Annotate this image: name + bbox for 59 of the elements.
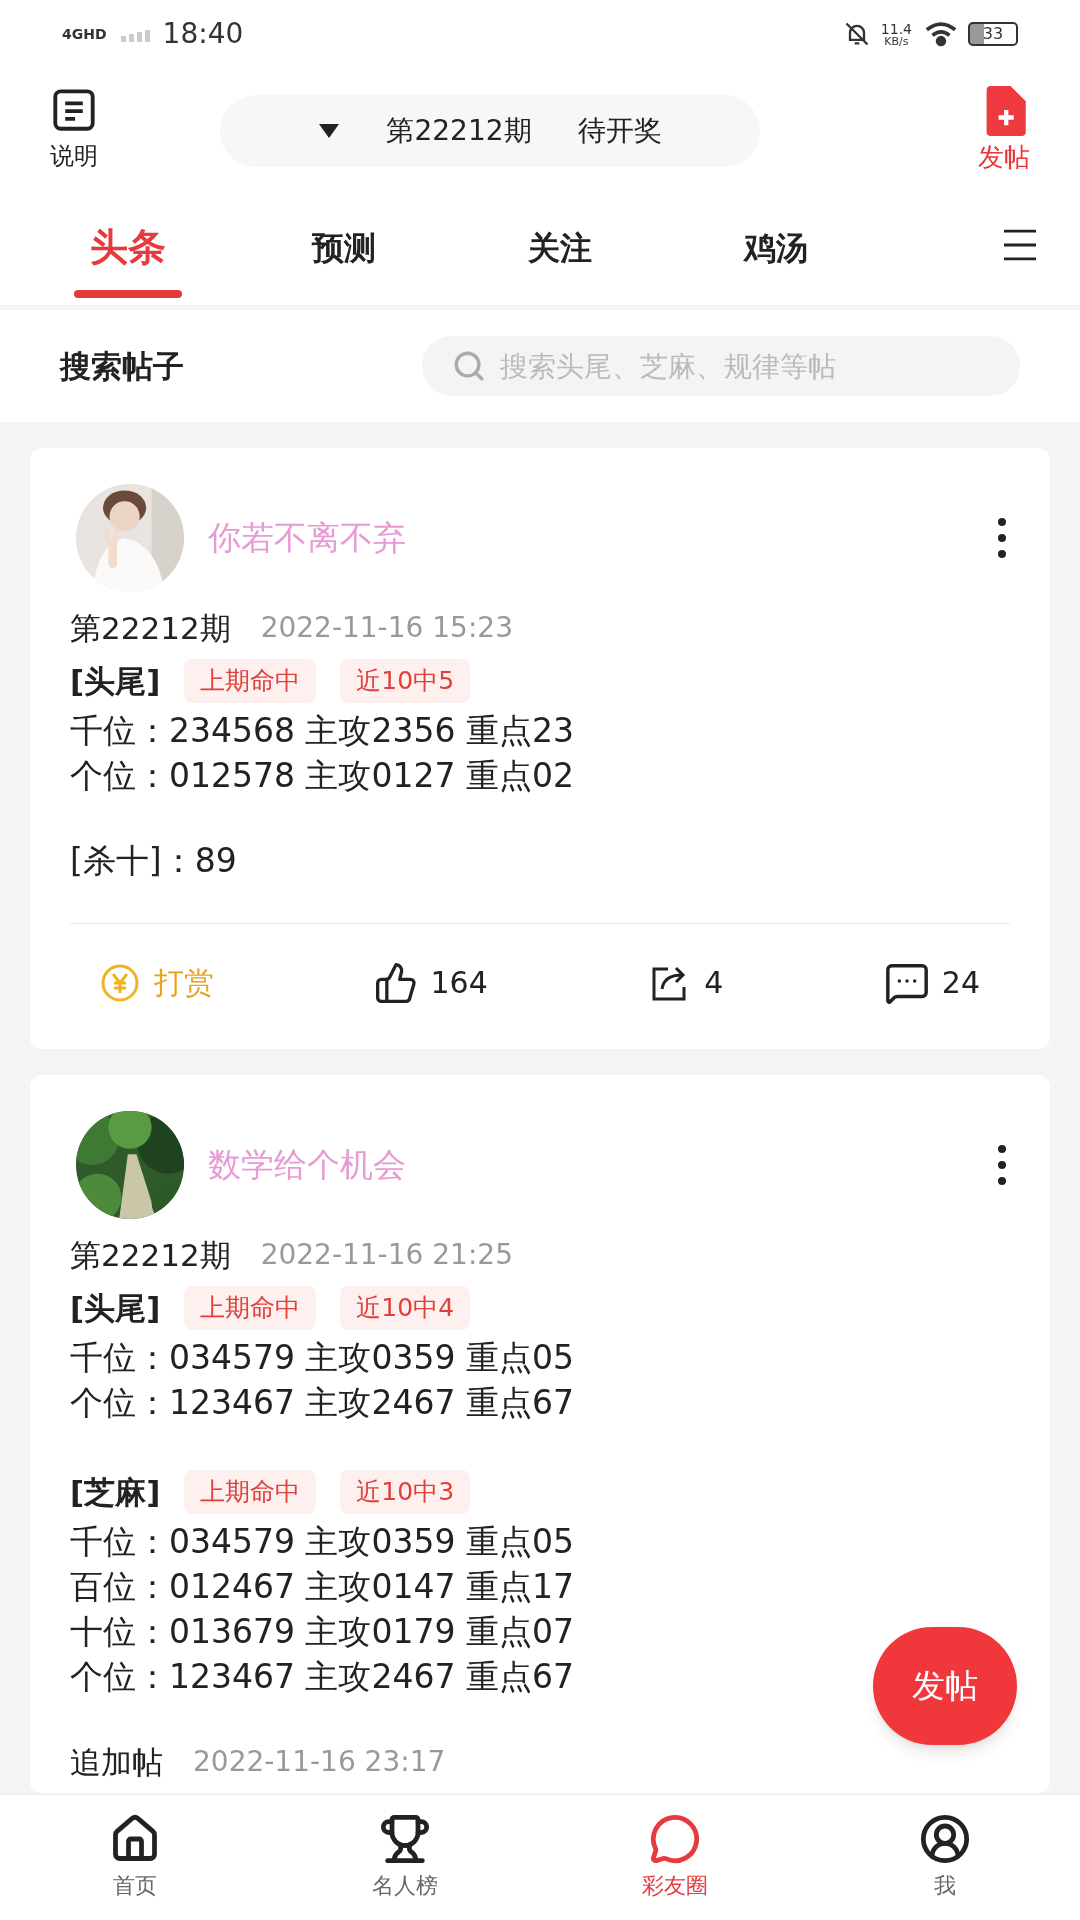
- post-time: 2022-11-16 15:23: [260, 610, 513, 646]
- draw-status: 待开奖: [577, 113, 662, 149]
- category-tab[interactable]: 预测: [236, 194, 452, 305]
- prediction-line: 个位：123467 主攻2467 重点67: [70, 1656, 574, 1698]
- nav-tab[interactable]: 名人榜: [270, 1813, 540, 1902]
- hit-tag: 上期命中: [184, 659, 317, 703]
- period-selector[interactable]: 第22212期 待开奖: [220, 95, 760, 167]
- hit-tag: 近10中4: [340, 1286, 471, 1330]
- speed-unit: KB/s: [884, 35, 909, 47]
- post-time: 2022-11-16 21:25: [260, 1237, 513, 1273]
- search-label: 搜索帖子: [60, 346, 184, 386]
- battery-indicator: 33: [968, 22, 1018, 46]
- period-label: 第22212期: [386, 113, 532, 149]
- section-title: [芝麻]: [70, 1472, 161, 1512]
- menu-icon[interactable]: [1004, 227, 1036, 262]
- status-time: 18:40: [162, 16, 244, 52]
- more-icon[interactable]: [998, 518, 1006, 558]
- hit-tag: 近10中5: [340, 659, 471, 703]
- prediction-line: 千位：034579 主攻0359 重点05: [70, 1521, 574, 1563]
- user-icon: [919, 1813, 971, 1865]
- coin-icon: [100, 962, 140, 1003]
- document-icon: [52, 88, 96, 132]
- hit-tag: 上期命中: [184, 1470, 317, 1514]
- category-tab[interactable]: 头条: [20, 194, 236, 305]
- dropdown-icon: [318, 124, 341, 138]
- network-label: 4GHD: [62, 27, 107, 41]
- more-icon[interactable]: [998, 1145, 1006, 1185]
- search-icon: [452, 349, 486, 383]
- prediction-line: 个位：123467 主攻2467 重点67: [70, 1382, 574, 1424]
- append-time: 2022-11-16 23:17: [193, 1744, 446, 1780]
- thumbs-up-icon: [374, 960, 419, 1005]
- network-speed: 11.4: [880, 21, 912, 36]
- section-title: [头尾]: [70, 661, 161, 701]
- prediction-line: 十位：013679 主攻0179 重点07: [70, 1611, 574, 1653]
- category-tab[interactable]: 鸡汤: [668, 194, 884, 305]
- chat-icon: [649, 1813, 701, 1865]
- hit-tag: 近10中3: [340, 1470, 471, 1514]
- prediction-line: 个位：012578 主攻0127 重点02: [70, 755, 574, 797]
- prediction-line: 百位：012467 主攻0147 重点17: [70, 1566, 574, 1608]
- hit-tag: 上期命中: [184, 1286, 317, 1330]
- like-button[interactable]: 164: [374, 960, 488, 1005]
- nav-tab[interactable]: 我: [810, 1813, 1080, 1902]
- nav-tab[interactable]: 首页: [0, 1813, 270, 1902]
- post-button[interactable]: 发帖: [978, 85, 1030, 177]
- wifi-icon: [924, 21, 958, 47]
- nav-tab[interactable]: 彩友圈: [540, 1813, 810, 1902]
- search-field[interactable]: 搜索头尾、芝麻、规律等帖: [422, 336, 1020, 396]
- prediction-line: [杀十]：89: [70, 840, 238, 882]
- append-label: 追加帖: [70, 1742, 163, 1782]
- comment-button[interactable]: 24: [883, 959, 980, 1006]
- section-title: [头尾]: [70, 1288, 161, 1328]
- trophy-icon: [379, 1813, 431, 1865]
- prediction-line: 千位：034579 主攻0359 重点05: [70, 1337, 574, 1379]
- share-button[interactable]: 4: [648, 960, 724, 1005]
- prediction-line: 千位：234568 主攻2356 重点23: [70, 710, 574, 752]
- category-tab[interactable]: 关注: [452, 194, 668, 305]
- post-period: 第22212期: [70, 1235, 231, 1275]
- instructions-button[interactable]: 说明: [50, 88, 98, 174]
- post-period: 第22212期: [70, 608, 231, 648]
